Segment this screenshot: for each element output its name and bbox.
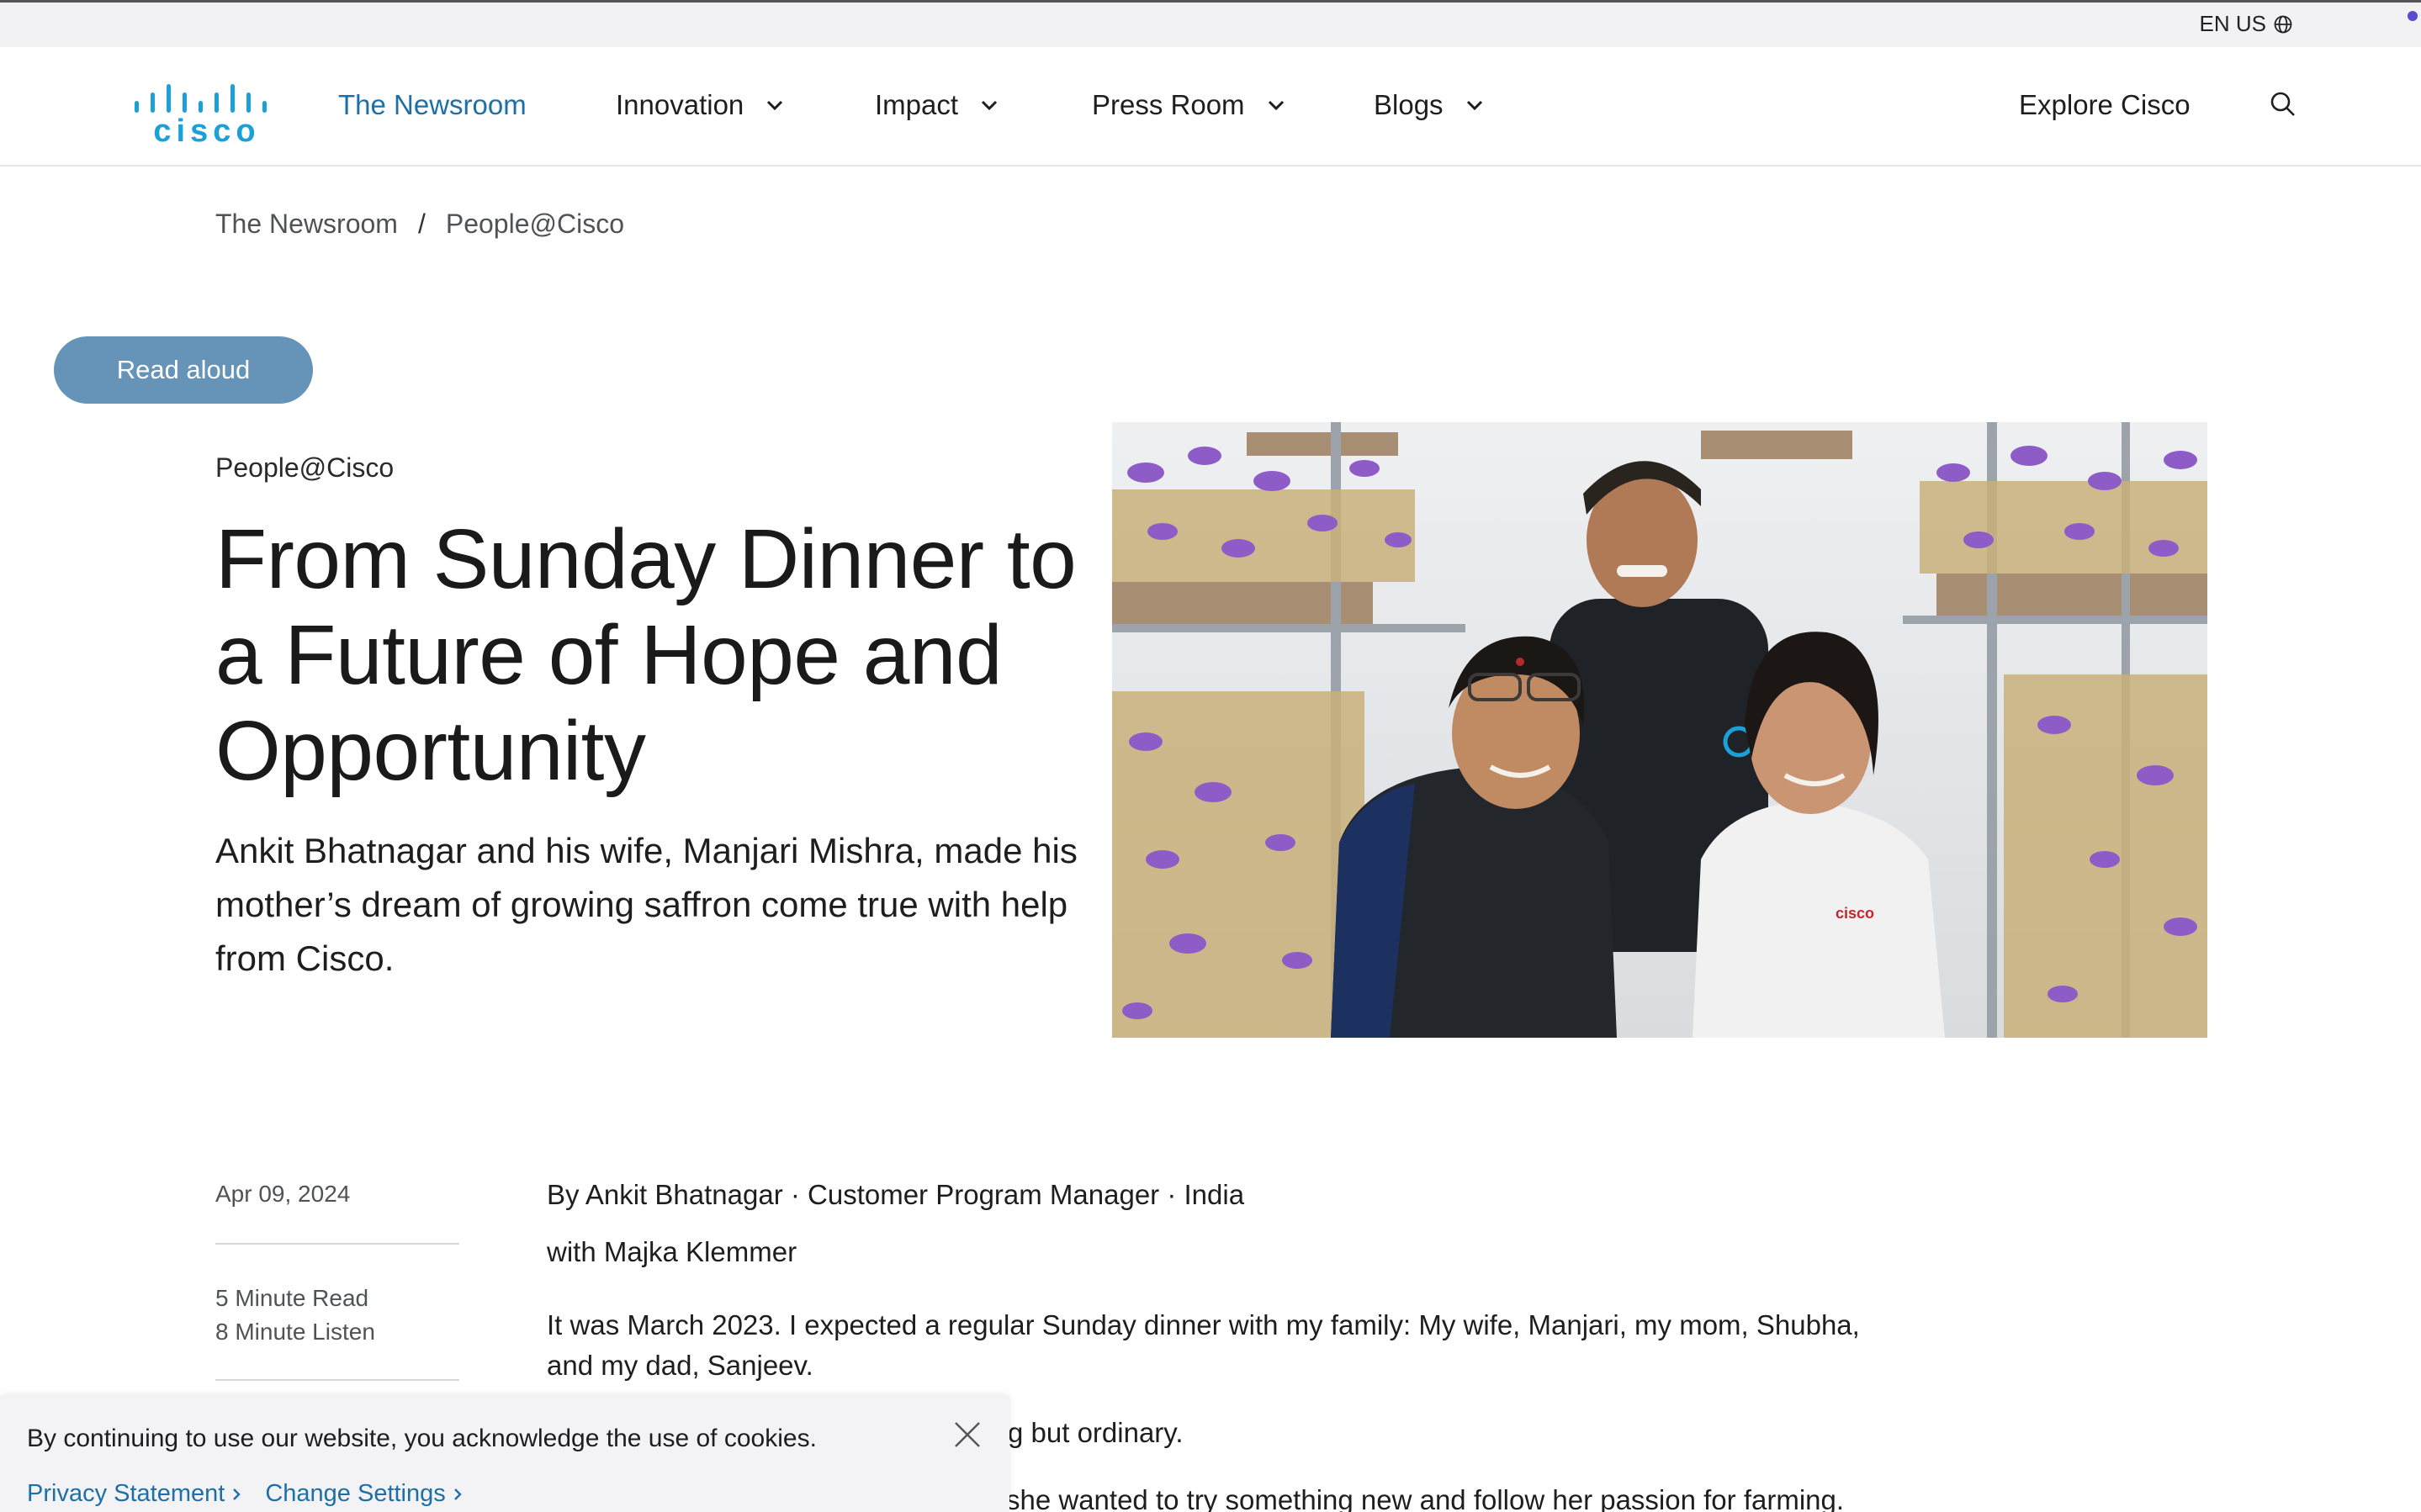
meta-divider [215, 1243, 459, 1245]
shirt-logo-text: cisco [1836, 905, 1874, 922]
nav-label-press-room: Press Room [1092, 89, 1245, 120]
chevron-down-icon [767, 100, 783, 111]
cisco-logo[interactable]: cisco [133, 67, 281, 145]
cookie-banner: By continuing to use our website, you ac… [0, 1396, 1009, 1512]
article-paragraph: g but ordinary. [1008, 1417, 1184, 1448]
cisco-wordmark: cisco [153, 114, 260, 145]
language-selector[interactable]: EN US [2200, 11, 2293, 37]
publish-date: Apr 09, 2024 [215, 1181, 351, 1207]
nav-press-room[interactable]: Press Room [1092, 89, 1285, 121]
read-time-read: 5 Minute Read [215, 1285, 369, 1311]
nav-label-the-newsroom: The Newsroom [338, 89, 527, 120]
search-icon[interactable] [2268, 89, 2298, 119]
breadcrumb-item-newsroom[interactable]: The Newsroom [215, 209, 398, 240]
privacy-statement-link[interactable]: Privacy Statement [27, 1480, 241, 1508]
article-headline: From Sunday Dinner to a Future of Hope a… [215, 512, 1077, 798]
language-label: EN US [2199, 11, 2266, 36]
article-paragraph: It was March 2023. I expected a regular … [547, 1309, 1860, 1381]
privacy-statement-label: Privacy Statement [27, 1480, 225, 1507]
change-settings-label: Change Settings [265, 1480, 446, 1507]
meta-divider [215, 1379, 459, 1381]
nav-label-impact: Impact [875, 89, 959, 120]
breadcrumb-item-people[interactable]: People@Cisco [446, 209, 624, 240]
article-dek: Ankit Bhatnagar and his wife, Manjari Mi… [215, 831, 1078, 978]
breadcrumb-separator: / [417, 209, 426, 239]
chevron-down-icon [981, 100, 998, 111]
read-time: 5 Minute Read 8 Minute Listen [215, 1282, 375, 1349]
close-icon[interactable] [951, 1418, 984, 1451]
chevron-down-icon [1268, 100, 1284, 111]
explore-cisco-link[interactable]: Explore Cisco [2019, 89, 2191, 121]
nav-innovation[interactable]: Innovation [616, 89, 784, 121]
chevron-down-icon [1466, 100, 1482, 111]
cookie-links: Privacy Statement Change Settings [27, 1480, 463, 1508]
nav-blogs[interactable]: Blogs [1374, 89, 1484, 121]
hero-photo-illustration: cisco [1112, 422, 2207, 1038]
hero-photo: cisco [1112, 422, 2207, 1038]
globe-icon [2274, 15, 2292, 33]
article-category[interactable]: People@Cisco [215, 452, 394, 484]
nav-impact[interactable]: Impact [875, 89, 999, 121]
explore-cisco-label: Explore Cisco [2019, 89, 2191, 120]
change-settings-link[interactable]: Change Settings [265, 1480, 462, 1508]
read-time-listen: 8 Minute Listen [215, 1319, 375, 1345]
article-paragraph: she wanted to try something new and foll… [1006, 1484, 1845, 1512]
article-coauthor: with Majka Klemmer [547, 1236, 797, 1267]
chevron-right-icon [453, 1488, 462, 1500]
breadcrumb: The Newsroom / People@Cisco [215, 209, 624, 240]
notification-dot [2408, 11, 2418, 21]
nav-label-innovation: Innovation [616, 89, 744, 120]
cookie-message: By continuing to use our website, you ac… [27, 1425, 817, 1452]
site-header: cisco The Newsroom Innovation Impact Pre… [0, 47, 2421, 167]
nav-the-newsroom[interactable]: The Newsroom [338, 89, 527, 121]
nav-label-blogs: Blogs [1374, 89, 1444, 120]
article-byline: By Ankit Bhatnagar · Customer Program Ma… [547, 1179, 1245, 1210]
utility-bar: EN US [0, 0, 2421, 47]
read-aloud-button[interactable]: Read aloud [54, 336, 313, 404]
chevron-right-icon [233, 1488, 241, 1500]
